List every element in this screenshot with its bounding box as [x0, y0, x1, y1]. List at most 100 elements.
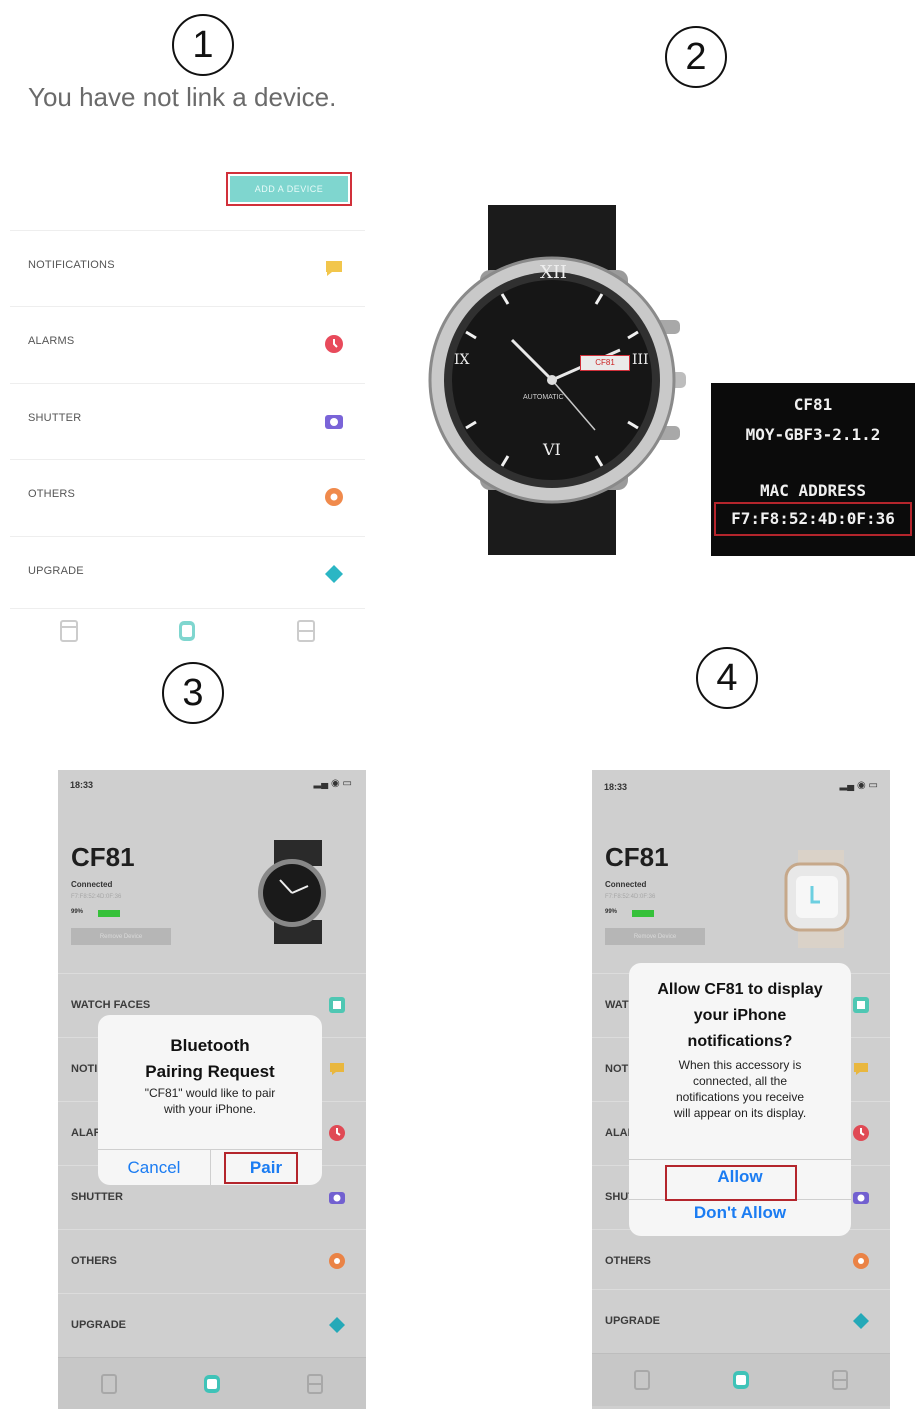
diamond-icon: [853, 1313, 869, 1329]
watch-image: [428, 205, 686, 555]
watch-tab-icon[interactable]: [731, 1367, 751, 1393]
dont-allow-button[interactable]: Don't Allow: [629, 1203, 851, 1223]
menu-item-label: NOTIFICATIONS: [28, 259, 115, 271]
device-name: CF81: [605, 842, 669, 872]
info-firmware: MOY-GBF3-2.1.2: [745, 425, 881, 444]
signal-battery-icon: ▂▄ ◉ ▭: [839, 780, 878, 791]
menu-item-others[interactable]: OTHERS: [592, 1229, 890, 1294]
watch-numeral-3: III: [632, 352, 649, 368]
menu-item-others[interactable]: OTHERS: [58, 1229, 366, 1294]
step-number-2: 2: [665, 26, 727, 88]
watch-tab-icon[interactable]: [202, 1371, 222, 1397]
watch-faces-icon: [329, 997, 345, 1013]
menu-item-label: OTHERS: [71, 1255, 117, 1267]
alert-title-line2: your iPhone: [693, 1007, 787, 1024]
device-name: CF81: [71, 842, 135, 872]
remove-device-button[interactable]: Remove Device: [71, 928, 171, 945]
clock-icon: [325, 335, 343, 353]
battery-icon: [632, 910, 654, 917]
alert-message-line4: will appear on its display.: [673, 1106, 807, 1120]
camera-icon: [853, 1192, 869, 1204]
clock-icon: [329, 1125, 345, 1141]
menu-item-shutter[interactable]: SHUTTER: [10, 383, 365, 458]
watch-date-window: CF81: [580, 355, 630, 371]
watch-thumbnail: [258, 840, 326, 944]
device-tab-icon[interactable]: [632, 1368, 652, 1392]
status-bar: 18:33 ▂▄ ◉ ▭: [58, 770, 366, 800]
menu-item-label: OTHERS: [605, 1255, 651, 1267]
allow-button-highlight: [665, 1165, 797, 1201]
remove-device-button[interactable]: Remove Device: [605, 928, 705, 945]
alert-message-line3: notifications you receive: [675, 1090, 805, 1104]
device-status: Connected: [605, 880, 647, 889]
phone-screen-pairing: 18:33 ▂▄ ◉ ▭ CF81 Connected F7:F8:52:4D:…: [58, 770, 366, 1409]
profile-tab-icon[interactable]: [295, 618, 317, 644]
message-icon: [330, 1063, 344, 1075]
watch-numeral-6: VI: [543, 440, 561, 459]
device-info-screen: CF81 MOY-GBF3-2.1.2 MAC ADDRESS F7:F8:52…: [711, 383, 915, 556]
status-time: 18:33: [70, 780, 94, 790]
status-bar: 18:33 ▂▄ ◉ ▭: [592, 770, 890, 800]
alert-message-line2: connected, all the: [692, 1074, 788, 1088]
menu-item-upgrade[interactable]: UPGRADE: [10, 536, 365, 611]
watch-faces-icon: [853, 997, 869, 1013]
profile-tab-icon[interactable]: [305, 1372, 325, 1396]
menu-item-alarms[interactable]: ALARMS: [10, 306, 365, 381]
pair-button-highlight: [224, 1152, 298, 1184]
alert-divider: [629, 1159, 851, 1160]
menu-item-label: ALARMS: [28, 335, 75, 347]
signal-battery-icon: ▂▄ ◉ ▭: [313, 778, 352, 789]
info-device-name: CF81: [793, 395, 833, 414]
clock-icon: [853, 1125, 869, 1141]
device-tab-icon[interactable]: [99, 1372, 119, 1396]
menu-item-others[interactable]: OTHERS: [10, 459, 365, 534]
device-tab-icon[interactable]: [58, 618, 80, 644]
menu-item-label: UPGRADE: [605, 1315, 661, 1327]
settings-icon: [329, 1253, 345, 1269]
phone-tab-bar: [58, 1357, 366, 1409]
camera-icon: [329, 1192, 345, 1204]
status-time: 18:33: [604, 782, 628, 792]
menu-item-label: UPGRADE: [71, 1319, 127, 1331]
add-device-button[interactable]: ADD A DEVICE: [230, 176, 348, 202]
settings-icon: [325, 488, 343, 506]
camera-icon: [325, 415, 343, 429]
watch-tab-icon[interactable]: [176, 617, 198, 645]
phone-tab-bar: [592, 1353, 890, 1406]
watch-dial-text: AUTOMATIC: [523, 394, 564, 401]
profile-tab-icon[interactable]: [830, 1368, 850, 1392]
alert-message-line2: with your iPhone.: [163, 1102, 257, 1116]
device-mac: F7:F8:52:4D:0F:36: [71, 894, 122, 900]
message-icon: [854, 1063, 868, 1075]
menu-item-label: OTHERS: [28, 488, 76, 500]
menu-item-label: UPGRADE: [28, 565, 84, 577]
diamond-icon: [329, 1317, 345, 1333]
info-mac-label: MAC ADDRESS: [760, 481, 866, 500]
watch-thumbnail: [784, 850, 850, 948]
menu-item-upgrade[interactable]: UPGRADE: [592, 1289, 890, 1354]
alert-title-line1: Allow CF81 to display: [657, 981, 823, 998]
alert-message-line1: When this accessory is: [678, 1058, 802, 1072]
cancel-button[interactable]: Cancel: [98, 1158, 210, 1178]
info-mac-value: F7:F8:52:4D:0F:36: [731, 509, 895, 528]
panel1-tab-bar: [10, 608, 365, 653]
menu-item-label: SHUTTER: [28, 412, 82, 424]
no-device-title: You have not link a device.: [28, 82, 337, 112]
alert-title-line3: notifications?: [687, 1033, 793, 1050]
menu-item-notifications[interactable]: NOTIFICATIONS: [10, 230, 365, 305]
device-mac: F7:F8:52:4D:0F:36: [605, 894, 656, 900]
watch-numeral-9: IX: [454, 352, 470, 368]
menu-item-upgrade[interactable]: UPGRADE: [58, 1293, 366, 1358]
step-number-4: 4: [696, 647, 758, 709]
add-device-highlight: ADD A DEVICE: [226, 172, 352, 206]
message-icon: [326, 261, 342, 276]
step-number-3: 3: [162, 662, 224, 724]
step-number-1: 1: [172, 14, 234, 76]
battery-level: 99%: [605, 909, 618, 915]
device-status: Connected: [71, 880, 113, 889]
settings-icon: [853, 1253, 869, 1269]
alert-title-line1: Bluetooth: [170, 1036, 250, 1055]
diamond-icon: [325, 565, 343, 583]
alert-message-line1: "CF81" would like to pair: [144, 1086, 276, 1100]
alert-title-line2: Pairing Request: [145, 1062, 275, 1081]
